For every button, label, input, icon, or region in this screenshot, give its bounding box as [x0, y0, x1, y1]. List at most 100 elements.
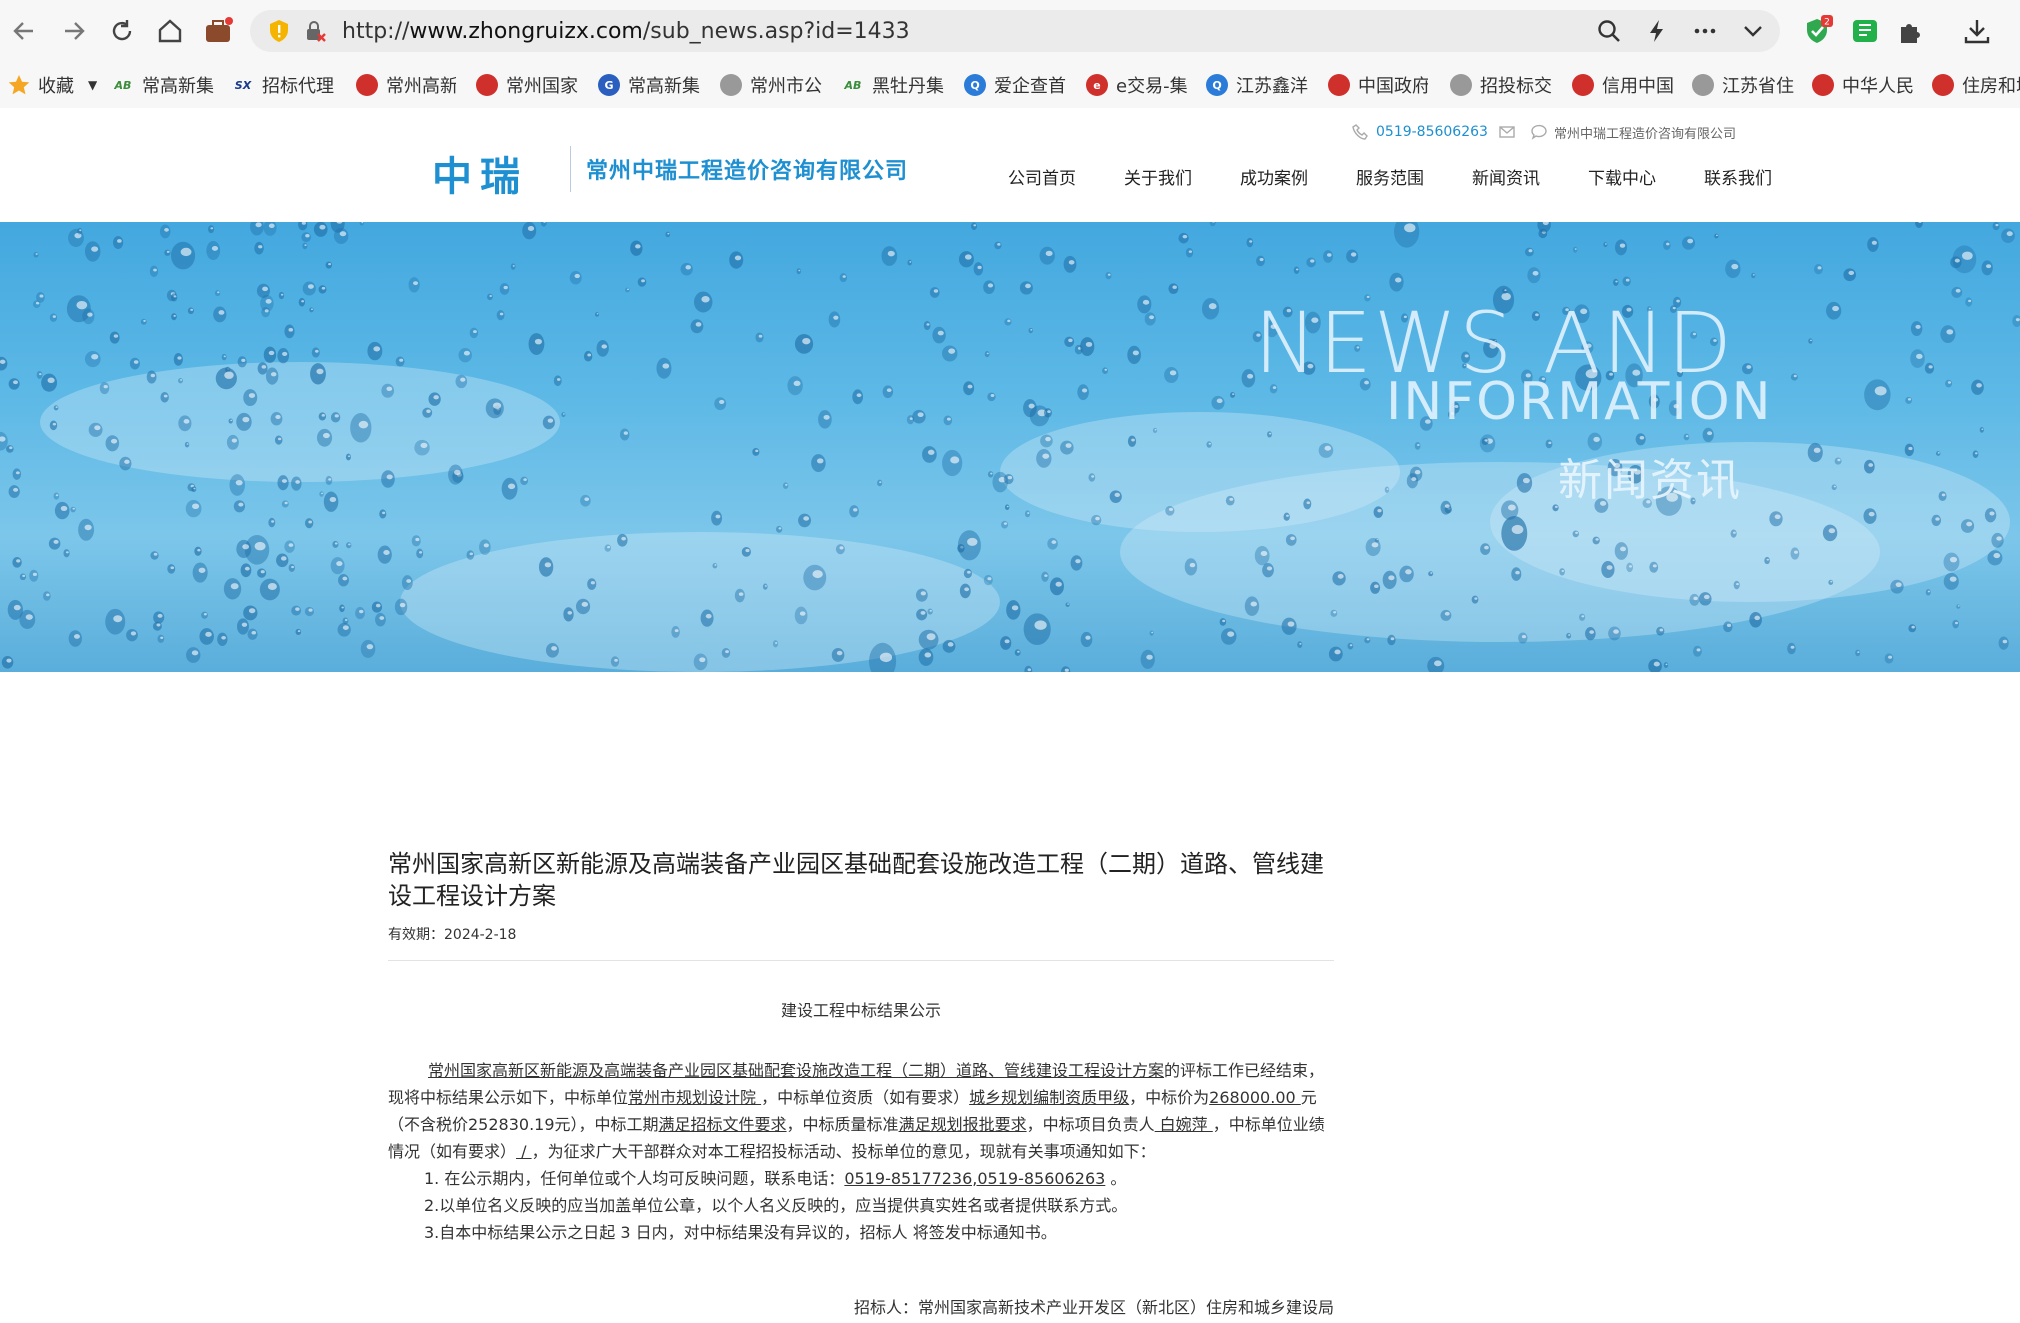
- raindrop: [302, 242, 308, 250]
- bookmark-item[interactable]: 中华人民: [1812, 72, 1914, 98]
- nav-contact[interactable]: 联系我们: [1704, 164, 1772, 189]
- raindrop: [1790, 547, 1800, 560]
- address-bar[interactable]: http://www.zhongruizx.com/sub_news.asp?i…: [250, 10, 1780, 52]
- insecure-connection-icon[interactable]: [300, 16, 330, 46]
- raindrop: [1814, 264, 1823, 275]
- raindrop: [408, 277, 420, 293]
- mail-icon[interactable]: [1498, 123, 1516, 141]
- raindrop: [395, 356, 405, 367]
- forward-button[interactable]: [56, 13, 92, 49]
- chevron-down-icon[interactable]: ▼: [88, 78, 97, 92]
- raindrop: [1808, 338, 1813, 344]
- raindrop: [1864, 459, 1875, 474]
- raindrop: [129, 357, 140, 370]
- bookmark-favorites[interactable]: 收藏 ▼: [8, 72, 97, 98]
- raindrop: [428, 392, 441, 406]
- raindrop: [1004, 504, 1010, 511]
- bookmark-item[interactable]: 招投标交: [1450, 72, 1552, 98]
- raindrop: [835, 544, 845, 555]
- raindrop: [237, 356, 247, 368]
- raindrop: [1127, 435, 1137, 447]
- raindrop: [298, 297, 306, 307]
- raindrop: [1971, 379, 1984, 395]
- extensions-button[interactable]: [1894, 14, 1928, 48]
- raindrop: [217, 632, 228, 646]
- raindrop: [1064, 336, 1075, 348]
- raindrop: [42, 591, 51, 601]
- nav-news[interactable]: 新闻资讯: [1472, 164, 1540, 189]
- arrow-left-icon: [13, 22, 33, 40]
- site-logo[interactable]: 中瑞: [432, 144, 528, 202]
- raindrop: [1572, 246, 1578, 253]
- raindrop: [942, 345, 958, 362]
- raindrop: [1931, 514, 1942, 527]
- raindrop: [741, 546, 751, 557]
- bookmark-item[interactable]: e e交易-集: [1086, 72, 1188, 98]
- raindrop: [479, 539, 491, 555]
- raindrop: [455, 374, 468, 389]
- url-text[interactable]: http://www.zhongruizx.com/sub_news.asp?i…: [342, 19, 910, 44]
- raindrop: [214, 290, 221, 297]
- nav-home[interactable]: 公司首页: [1008, 164, 1076, 189]
- raindrop: [1524, 247, 1534, 257]
- raindrop: [1347, 642, 1354, 650]
- raindrop: [330, 557, 345, 575]
- raindrop: [1807, 442, 1823, 463]
- raindrop: [1256, 255, 1265, 267]
- raindrop: [1910, 321, 1923, 337]
- raindrop: [1041, 571, 1049, 582]
- raindrop: [1518, 632, 1528, 644]
- more-icon[interactable]: [1690, 16, 1720, 46]
- nav-services[interactable]: 服务范围: [1356, 164, 1424, 189]
- raindrop: [1585, 627, 1596, 641]
- search-icon[interactable]: [1594, 16, 1624, 46]
- raindrop: [545, 643, 559, 658]
- shield-warning-icon[interactable]: [264, 16, 294, 46]
- nav-about[interactable]: 关于我们: [1124, 164, 1192, 189]
- downloads-button[interactable]: [1960, 14, 1994, 48]
- raindrop: [223, 578, 242, 600]
- bookmark-item[interactable]: 江苏省住: [1692, 72, 1796, 98]
- raindrop: [360, 639, 376, 658]
- raindrop: [170, 293, 178, 302]
- security-extension-button[interactable]: 2: [1800, 14, 1834, 48]
- chevron-down-icon[interactable]: [1738, 16, 1768, 46]
- raindrop: [1219, 618, 1227, 626]
- raindrop: [1502, 288, 1508, 294]
- bookmark-item[interactable]: 住房和城: [1932, 72, 2020, 98]
- reader-extension-button[interactable]: [1848, 14, 1882, 48]
- back-button[interactable]: [6, 13, 42, 49]
- reload-button[interactable]: [104, 13, 140, 49]
- raindrop: [1000, 636, 1012, 650]
- nav-cases[interactable]: 成功案例: [1240, 164, 1308, 189]
- raindrop: [215, 367, 237, 390]
- bookmark-item[interactable]: 中国政府: [1328, 72, 1428, 98]
- nav-downloads[interactable]: 下载中心: [1588, 164, 1656, 189]
- toolbox-button[interactable]: [200, 13, 236, 49]
- raindrop: [236, 618, 249, 635]
- raindrop: [345, 542, 352, 549]
- raindrop: [1285, 534, 1297, 546]
- emblem-icon: [476, 74, 498, 96]
- lightning-icon[interactable]: [1642, 16, 1672, 46]
- raindrop: [1698, 592, 1712, 606]
- raindrop: [1764, 556, 1770, 565]
- bookmark-item[interactable]: G 常高新集: [598, 72, 702, 98]
- bookmark-item[interactable]: AB 常高新集: [112, 72, 224, 98]
- bookmark-item[interactable]: 常州国家: [476, 72, 578, 98]
- contact-phone-link[interactable]: 0519-85177236,0519-85606263: [844, 1169, 1105, 1188]
- raindrop: [152, 621, 162, 631]
- raindrop: [1164, 367, 1179, 384]
- bookmark-item[interactable]: SX 招标代理: [232, 72, 344, 98]
- home-button[interactable]: [152, 13, 188, 49]
- bookmark-item[interactable]: AB 黑牡丹集: [842, 72, 946, 98]
- bookmark-item[interactable]: Q 爱企查首: [964, 72, 1066, 98]
- raindrop: [958, 251, 974, 268]
- bookmark-item[interactable]: 常州市公: [720, 72, 824, 98]
- bookmark-item[interactable]: 常州高新: [356, 72, 456, 98]
- bookmark-item[interactable]: 信用中国: [1572, 72, 1680, 98]
- chat-icon[interactable]: [1530, 123, 1548, 141]
- raindrop: [313, 222, 328, 237]
- bookmark-item[interactable]: Q 江苏鑫洋: [1206, 72, 1312, 98]
- raindrop: [1332, 571, 1346, 586]
